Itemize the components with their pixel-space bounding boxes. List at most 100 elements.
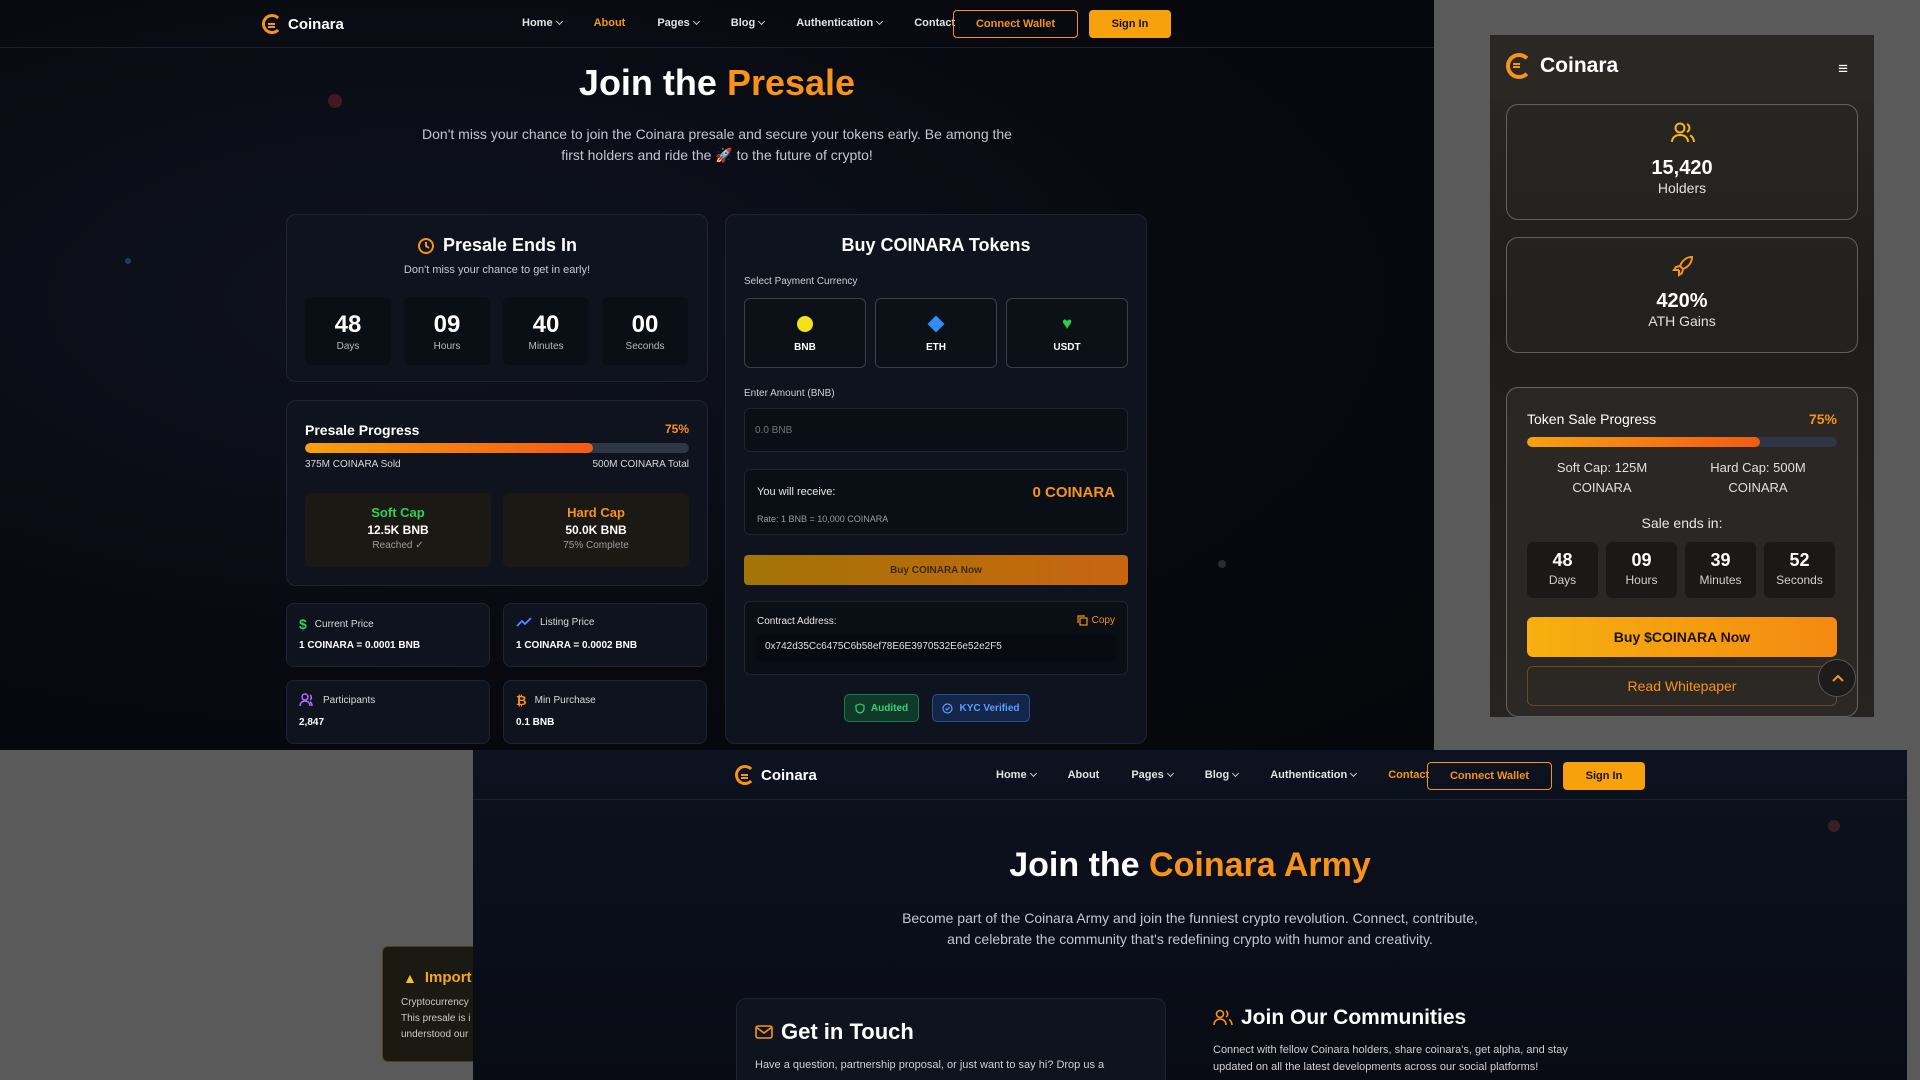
countdown-card: Presale Ends In Don't miss your chance t… bbox=[286, 214, 708, 382]
stat-label: Min Purchase bbox=[534, 695, 596, 706]
nav-pages[interactable]: Pages bbox=[1131, 769, 1174, 781]
chevron-down-icon bbox=[692, 17, 700, 26]
coinara-logo-icon bbox=[1506, 53, 1532, 79]
users-icon bbox=[1671, 122, 1695, 143]
mobile-window: Coinara ≡ 15,420 Holders 420% ATH Gains … bbox=[1490, 35, 1874, 717]
read-whitepaper-button[interactable]: Read Whitepaper bbox=[1527, 666, 1837, 706]
minutes-value: 40 bbox=[532, 311, 560, 338]
holders-card: 15,420 Holders bbox=[1506, 104, 1858, 220]
audited-badge: Audited bbox=[844, 694, 919, 722]
hard-cap-line: Hard Cap: 500M bbox=[1710, 460, 1806, 475]
chevron-up-icon bbox=[1832, 674, 1844, 682]
gains-label: ATH Gains bbox=[1648, 313, 1716, 329]
sign-in-button[interactable]: Sign In bbox=[1089, 10, 1171, 38]
progress-percent: 75% bbox=[664, 422, 689, 436]
brand-logo[interactable]: Coinara bbox=[735, 765, 817, 785]
scroll-top-button[interactable] bbox=[1818, 659, 1856, 697]
sign-in-button[interactable]: Sign In bbox=[1563, 762, 1645, 790]
buy-coinara-button[interactable]: Buy $COINARA Now bbox=[1527, 617, 1837, 657]
receive-label: You will receive: bbox=[757, 486, 836, 498]
currency-eth[interactable]: ETH bbox=[875, 298, 997, 368]
sale-progress-fill bbox=[1527, 437, 1760, 447]
nav-blog[interactable]: Blog bbox=[1205, 769, 1240, 781]
communities-title-text: Join Our Communities bbox=[1241, 1006, 1467, 1029]
soft-cap-status: Reached ✓ bbox=[372, 540, 424, 551]
progress-title: Presale Progress bbox=[305, 422, 420, 438]
nav-blog-label: Blog bbox=[730, 17, 756, 29]
seconds-label: Seconds bbox=[1776, 573, 1823, 587]
nav-contact[interactable]: Contact bbox=[914, 17, 955, 29]
soft-cap-value: 12.5K BNB bbox=[367, 523, 429, 537]
warning-icon: ▲ bbox=[403, 969, 417, 986]
subtitle-line: Become part of the Coinara Army and join… bbox=[902, 910, 1478, 926]
communities-line: Connect with fellow Coinara holders, sha… bbox=[1213, 1044, 1568, 1056]
receive-value: 0 COINARA bbox=[1032, 484, 1115, 501]
communities-text: Connect with fellow Coinara holders, sha… bbox=[1213, 1042, 1653, 1076]
subtitle-line: and celebrate the community that's redef… bbox=[947, 931, 1433, 947]
buy-now-button[interactable]: Buy COINARA Now bbox=[744, 555, 1128, 585]
decor-particle bbox=[125, 258, 131, 264]
army-window: Coinara Home About Pages Blog Authentica… bbox=[473, 750, 1907, 1080]
nav-home[interactable]: Home bbox=[996, 769, 1037, 781]
notice-line: Cryptocurrency bbox=[401, 997, 469, 1008]
mail-icon bbox=[755, 1025, 773, 1039]
amount-input[interactable] bbox=[744, 408, 1128, 452]
nav-home-label: Home bbox=[522, 17, 553, 29]
get-in-touch-text: Have a question, partnership proposal, o… bbox=[755, 1059, 1105, 1071]
countdown-days: 48 Days bbox=[305, 297, 391, 365]
soft-cap-line: COINARA bbox=[1572, 480, 1632, 495]
receive-box: You will receive: 0 COINARA Rate: 1 BNB … bbox=[744, 469, 1128, 535]
mobile-brand-logo[interactable]: Coinara bbox=[1506, 53, 1618, 79]
countdown-seconds: 00 Seconds bbox=[602, 297, 688, 365]
buy-card-title: Buy COINARA Tokens bbox=[841, 235, 1031, 255]
mobile-countdown-minutes: 39 Minutes bbox=[1685, 542, 1756, 598]
hours-label: Hours bbox=[433, 341, 461, 352]
nav-auth-label: Authentication bbox=[796, 17, 874, 29]
days-label: Days bbox=[1548, 573, 1577, 587]
sale-ends-label: Sale ends in: bbox=[1641, 515, 1723, 531]
countdown-hours: 09 Hours bbox=[404, 297, 490, 365]
connect-wallet-button[interactable]: Connect Wallet bbox=[953, 10, 1078, 38]
stat-head: $ Current Price bbox=[299, 616, 374, 632]
copy-button[interactable]: Copy bbox=[1077, 615, 1115, 626]
subtitle-line: first holders and ride the 🚀 to the futu… bbox=[561, 147, 873, 163]
presale-window: Coinara Home About Pages Blog Authentica… bbox=[0, 0, 1434, 750]
notice-line: This presale is i bbox=[401, 1013, 471, 1024]
listing-price-stat: Listing Price 1 COINARA = 0.0002 BNB bbox=[503, 603, 707, 667]
mobile-countdown-days: 48 Days bbox=[1527, 542, 1598, 598]
copy-icon bbox=[1077, 615, 1088, 626]
currency-bnb[interactable]: BNB bbox=[744, 298, 866, 368]
currency-usdt[interactable]: ♥ USDT bbox=[1006, 298, 1128, 368]
soft-cap-line: Soft Cap: 125M bbox=[1556, 460, 1648, 475]
title-accent: Presale bbox=[726, 62, 856, 103]
hours-label: Hours bbox=[1625, 573, 1658, 587]
contract-box: Contract Address: Copy 0x742d35Cc6475C6b… bbox=[744, 601, 1128, 675]
nav-authentication[interactable]: Authentication bbox=[796, 17, 884, 29]
title-prefix: Join the bbox=[578, 62, 717, 103]
stat-value: 0.1 BNB bbox=[516, 717, 555, 728]
gains-value: 420% bbox=[1656, 290, 1708, 312]
connect-wallet-button[interactable]: Connect Wallet bbox=[1427, 762, 1552, 790]
copy-label: Copy bbox=[1091, 615, 1115, 626]
nav-menu: Home About Pages Blog Authentication Con… bbox=[522, 17, 955, 29]
nav-authentication[interactable]: Authentication bbox=[1270, 769, 1358, 781]
brand-logo[interactable]: Coinara bbox=[262, 14, 344, 34]
chevron-down-icon bbox=[1166, 769, 1174, 778]
soft-cap-title: Soft Cap bbox=[371, 505, 425, 520]
nav-pages[interactable]: Pages bbox=[657, 17, 700, 29]
sale-progress-bar bbox=[1527, 437, 1837, 447]
clock-icon bbox=[417, 237, 434, 254]
contract-address[interactable]: 0x742d35Cc6475C6b58ef78E6E3970532E6e52e2… bbox=[755, 634, 1117, 662]
nav-about[interactable]: About bbox=[1068, 769, 1100, 781]
hours-value: 09 bbox=[433, 311, 461, 338]
countdown-minutes: 40 Minutes bbox=[503, 297, 589, 365]
nav-home[interactable]: Home bbox=[522, 17, 563, 29]
sale-percent: 75% bbox=[1808, 411, 1837, 427]
nav-blog[interactable]: Blog bbox=[730, 17, 766, 29]
hamburger-menu-icon[interactable]: ≡ bbox=[1838, 59, 1848, 79]
nav-about[interactable]: About bbox=[594, 17, 626, 29]
seconds-label: Seconds bbox=[625, 341, 665, 352]
heart-icon: ♥ bbox=[1061, 314, 1073, 333]
nav-contact[interactable]: Contact bbox=[1388, 769, 1429, 781]
minutes-label: Minutes bbox=[528, 341, 564, 352]
